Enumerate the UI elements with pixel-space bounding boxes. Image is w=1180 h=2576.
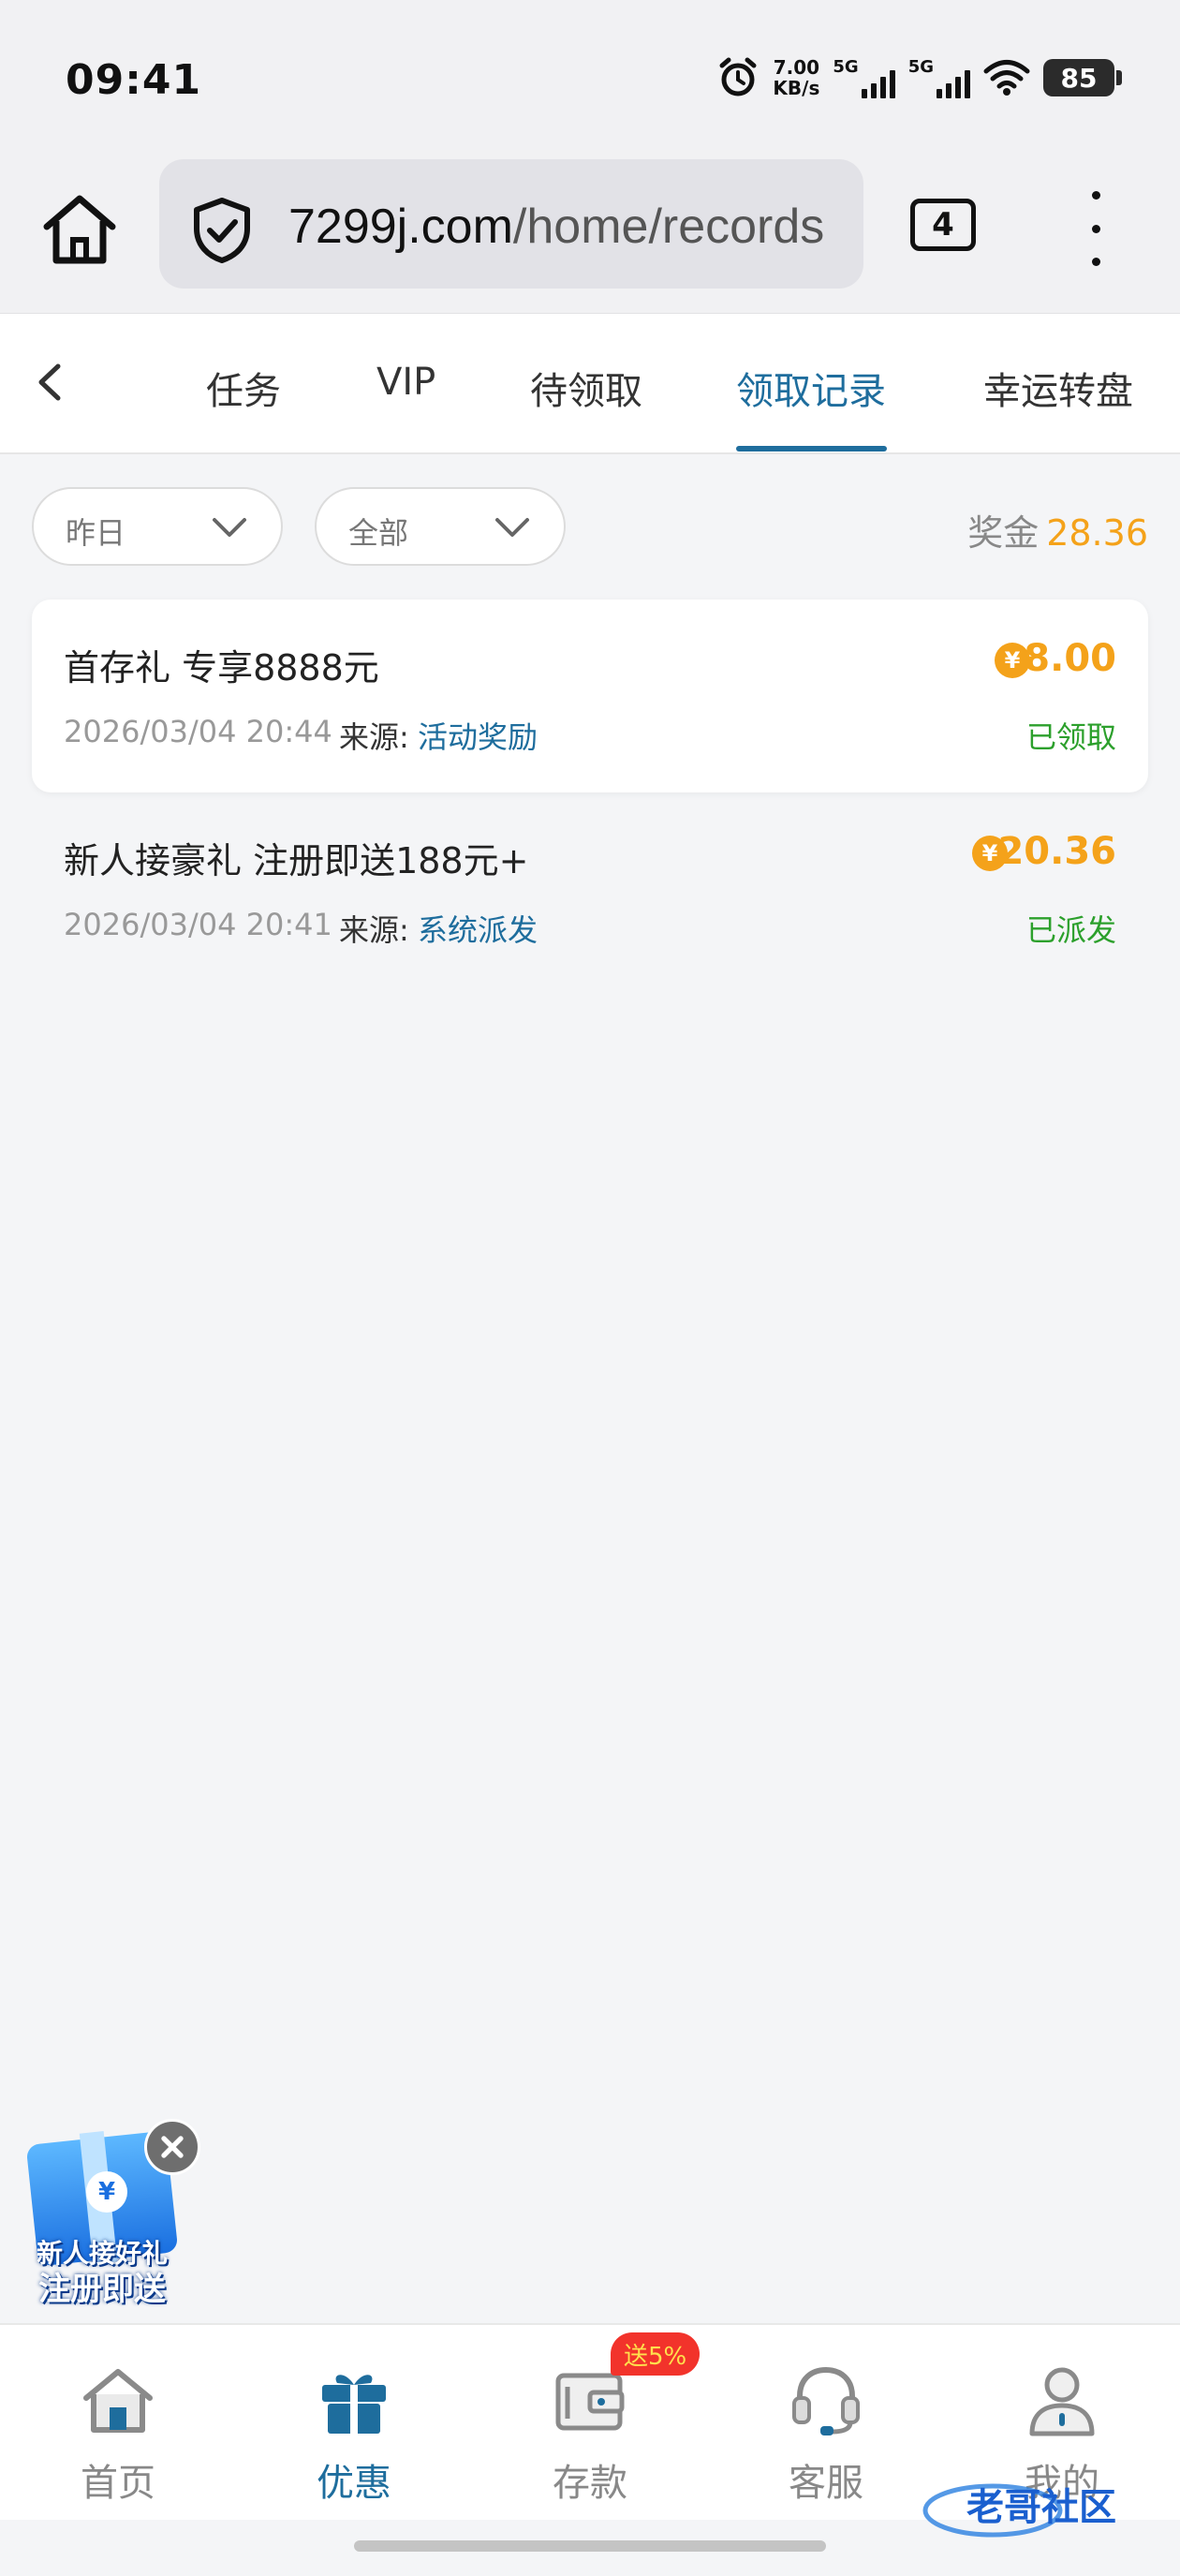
record-date: 2026/03/04 20:41 <box>64 907 332 942</box>
record-status: 已派发 <box>1025 912 1116 948</box>
bottom-nav-deposit[interactable]: 存款 <box>515 2362 665 2505</box>
record-title: 首存礼 专享8888元 <box>64 647 379 688</box>
record-source-label: 来源: <box>339 912 409 948</box>
record-status: 已领取 <box>1025 719 1116 755</box>
home-icon[interactable] <box>37 187 122 272</box>
type-filter-dropdown[interactable]: 全部 <box>315 487 566 566</box>
status-icons: 7.00 KB/s 5G 5G 85 <box>716 54 1122 101</box>
chevron-down-icon <box>213 518 246 537</box>
home-indicator[interactable] <box>354 2540 826 2552</box>
active-tab-indicator <box>736 446 887 452</box>
tab-lucky-wheel[interactable]: 幸运转盘 <box>983 361 1133 415</box>
type-filter-value: 全部 <box>348 515 409 551</box>
bonus-label: 奖金 <box>967 512 1040 554</box>
tab-tasks[interactable]: 任务 <box>206 361 281 415</box>
promo-line2: 注册即送 <box>38 2271 166 2308</box>
record-source-label: 来源: <box>339 719 409 755</box>
back-icon[interactable] <box>28 359 75 406</box>
signal-sim1: 5G <box>833 57 895 98</box>
net-speed: 7.00 KB/s <box>773 57 819 98</box>
net-speed-value: 7.00 <box>773 56 820 79</box>
url-text: 7299j.com/home/records <box>288 199 824 255</box>
record-source: 系统派发 <box>418 912 538 948</box>
category-tabs: 任务 VIP 待领取 领取记录 幸运转盘 <box>0 314 1180 454</box>
record-source: 活动奖励 <box>418 719 538 755</box>
yen-coin-icon: ¥ <box>86 2171 127 2213</box>
record-amount: 20.36 <box>997 830 1116 873</box>
url-path: /home/records <box>512 200 825 254</box>
status-bar: 09:41 7.00 KB/s 5G 5G 85 <box>0 0 1180 150</box>
more-icon[interactable] <box>1077 191 1114 266</box>
chevron-down-icon <box>495 518 529 537</box>
tab-claim-records[interactable]: 领取记录 <box>736 361 886 415</box>
sim1-label: 5G <box>833 57 859 77</box>
alarm-icon <box>719 57 757 96</box>
bottom-nav-deposit-label: 存款 <box>553 2462 627 2505</box>
bottom-nav-home[interactable]: 首页 <box>43 2362 193 2505</box>
bonus-amount: 28.36 <box>1046 512 1148 554</box>
status-time: 09:41 <box>66 56 202 104</box>
close-icon[interactable] <box>144 2119 200 2175</box>
gift-icon <box>322 2375 386 2434</box>
url-domain: 7299j.com <box>288 200 513 254</box>
signal-icon <box>861 70 895 98</box>
bottom-nav-home-label: 首页 <box>81 2462 155 2505</box>
signal-icon <box>937 70 970 98</box>
bottom-nav-support[interactable]: 客服 <box>751 2362 901 2505</box>
headset-icon <box>792 2366 860 2435</box>
address-bar[interactable]: 7299j.com/home/records <box>159 159 863 289</box>
date-filter-dropdown[interactable]: 昨日 <box>32 487 283 566</box>
signal-sim2: 5G <box>908 57 970 98</box>
tab-vip[interactable]: VIP <box>376 361 435 404</box>
bottom-nav-support-label: 客服 <box>789 2462 863 2505</box>
record-item[interactable]: 首存礼 专享8888元 ¥ 8.00 2026/03/04 20:44 来源: … <box>32 600 1148 792</box>
record-title: 新人接豪礼 注册即送188元+ <box>64 840 529 881</box>
home-icon <box>83 2369 153 2433</box>
bottom-nav-promos-label: 优惠 <box>317 2462 391 2505</box>
watermark-text: 老哥社区 <box>966 2486 1116 2529</box>
net-speed-unit: KB/s <box>773 77 820 99</box>
browser-toolbar: 7299j.com/home/records 4 <box>0 150 1180 314</box>
tabs-icon[interactable]: 4 <box>910 199 976 251</box>
bonus-summary: 奖金 28.36 <box>967 504 1148 555</box>
user-icon <box>1029 2367 1095 2436</box>
watermark-logo: 老哥社区 <box>922 2483 1116 2538</box>
battery-icon: 85 <box>1043 59 1122 96</box>
sim2-label: 5G <box>907 57 934 77</box>
bottom-nav-promos[interactable]: 优惠 <box>279 2362 429 2505</box>
deposit-bonus-badge: 送5% <box>611 2332 701 2376</box>
record-amount: 8.00 <box>1024 637 1116 680</box>
record-item[interactable]: 新人接豪礼 注册即送188元+ ¥ 20.36 2026/03/04 20:41… <box>32 792 1148 985</box>
shield-check-icon[interactable] <box>189 197 255 264</box>
wifi-icon <box>983 60 1030 96</box>
record-date: 2026/03/04 20:44 <box>64 714 332 749</box>
date-filter-value: 昨日 <box>66 515 126 551</box>
tab-pending[interactable]: 待领取 <box>530 361 642 415</box>
